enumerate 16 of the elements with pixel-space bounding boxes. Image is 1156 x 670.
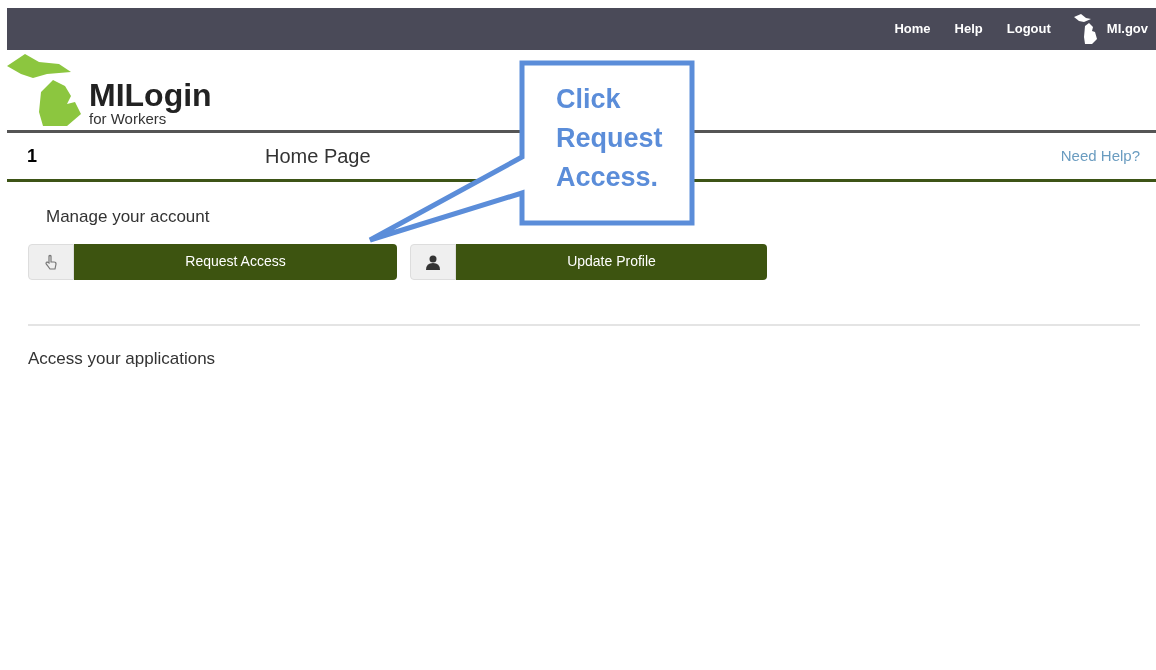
page-title: Home Page [265, 144, 371, 169]
hand-icon [43, 253, 59, 270]
person-icon [425, 253, 441, 270]
michigan-icon [1072, 13, 1099, 45]
state-link[interactable]: MI.gov [1106, 19, 1148, 39]
callout-text: Click Request Access. [556, 83, 664, 194]
page-marker: 1 [26, 144, 38, 168]
section-heading: Manage your account [46, 206, 211, 228]
logo-subtitle: for Workers [89, 111, 167, 126]
nav-link[interactable]: Help [954, 19, 983, 39]
nav-link[interactable]: Logout [1006, 19, 1051, 39]
logo-title: MILogin [89, 79, 212, 111]
section-heading: Access your applications [28, 347, 217, 370]
action-button[interactable]: Update Profile [456, 243, 767, 280]
nav-link[interactable]: Home [894, 19, 931, 39]
action-button[interactable]: Request Access [74, 243, 397, 280]
